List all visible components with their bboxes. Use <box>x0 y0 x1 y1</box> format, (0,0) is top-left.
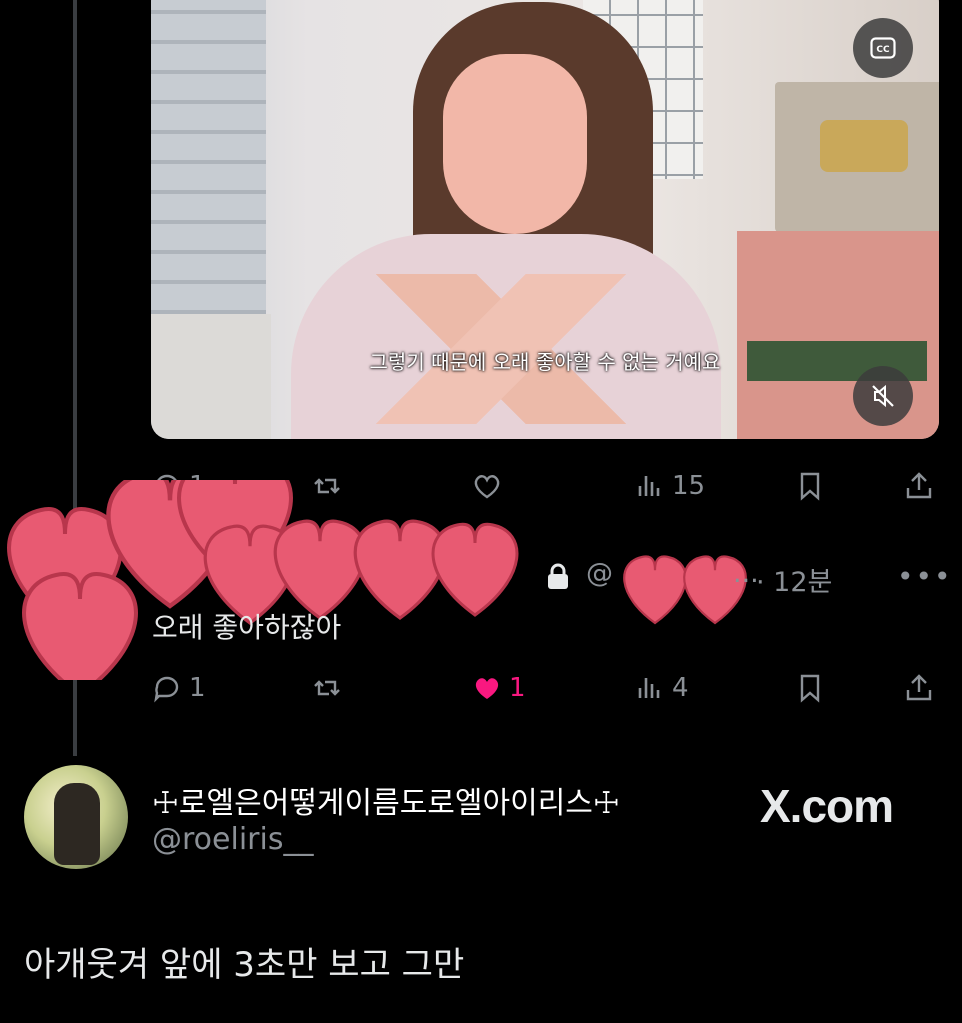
share-icon <box>906 674 932 701</box>
reply-timestamp[interactable]: · 12분 <box>756 560 832 599</box>
play-button-plaque <box>775 82 939 232</box>
author-handle[interactable]: @roeliris__ <box>152 822 313 857</box>
avatar[interactable] <box>24 765 128 869</box>
muted-speaker-icon <box>872 384 894 408</box>
closed-captions-button[interactable]: CC <box>853 18 913 78</box>
bookmark-button[interactable] <box>794 466 826 506</box>
reply-count: 1 <box>189 673 206 703</box>
mute-button[interactable] <box>853 366 913 426</box>
window-blinds <box>151 0 266 314</box>
window-sill <box>151 314 271 439</box>
lock-icon <box>548 563 568 589</box>
author-display-name[interactable]: ☩로엘은어떻게이름도로엘아이리스☩ <box>152 778 620 822</box>
reply-text: 오래 좋아하잖아 <box>152 611 342 644</box>
svg-text:CC: CC <box>876 45 890 55</box>
bookmark-button[interactable] <box>794 668 826 708</box>
reply-button[interactable]: 1 <box>151 668 206 708</box>
share-icon <box>906 472 932 499</box>
video-subtitle: 그렇기 때문에 오래 좋아할 수 없는 거예요 <box>369 350 721 374</box>
reply-post-actions: 1 1 4 <box>151 668 939 708</box>
share-button[interactable] <box>903 466 935 506</box>
heart-filled-icon <box>475 678 499 699</box>
post-text: 아개웃겨 앞에 3초만 보고 그만 <box>24 945 465 985</box>
more-options-button[interactable]: ••• <box>897 560 953 593</box>
retweet-icon <box>314 680 340 696</box>
share-button[interactable] <box>903 668 935 708</box>
views-bar-icon <box>638 678 660 698</box>
video-player[interactable]: 그렇기 때문에 오래 좋아할 수 없는 거예요 CC <box>151 0 939 439</box>
like-button[interactable]: 1 <box>471 668 526 708</box>
bookmark-icon <box>800 472 820 501</box>
reply-handle[interactable]: @... <box>586 558 759 589</box>
like-count: 1 <box>509 673 526 703</box>
reply-bubble-icon <box>154 676 179 703</box>
bookmark-icon <box>800 674 820 703</box>
closed-captions-icon: CC <box>870 37 896 59</box>
person-face <box>443 54 587 234</box>
retweet-button[interactable] <box>311 668 349 708</box>
x-logo: X.com <box>760 780 894 832</box>
views-count: 4 <box>672 673 689 703</box>
views-button[interactable]: 4 <box>634 668 689 708</box>
